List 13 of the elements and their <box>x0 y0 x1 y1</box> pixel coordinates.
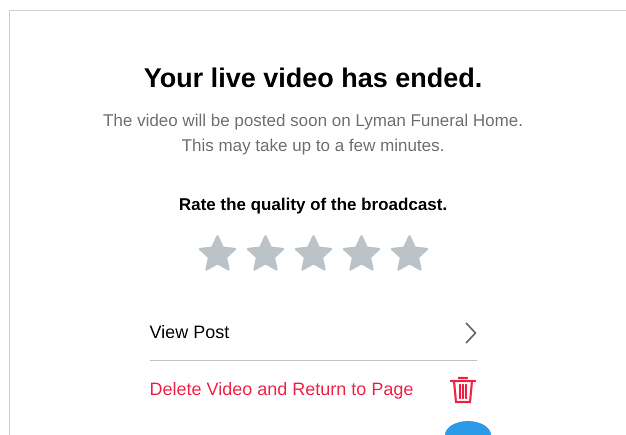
star-icon[interactable] <box>244 234 286 273</box>
star-icon[interactable] <box>388 234 430 273</box>
rating-prompt: Rate the quality of the broadcast. <box>178 194 448 216</box>
star-icon[interactable] <box>292 234 334 273</box>
star-icon[interactable] <box>196 234 238 273</box>
star-rating[interactable] <box>196 234 430 273</box>
trash-icon <box>448 374 476 404</box>
chevron-right-icon <box>464 322 476 344</box>
dialog-message: The video will be posted soon on Lyman Funeral Home. This may take up to a few minutes. <box>103 110 523 157</box>
view-post-link[interactable]: View Post <box>150 305 476 361</box>
star-icon[interactable] <box>340 234 382 273</box>
dialog-title: Your live video has ended. <box>144 62 482 94</box>
delete-button[interactable]: Delete Video and Return to Page <box>150 361 476 417</box>
